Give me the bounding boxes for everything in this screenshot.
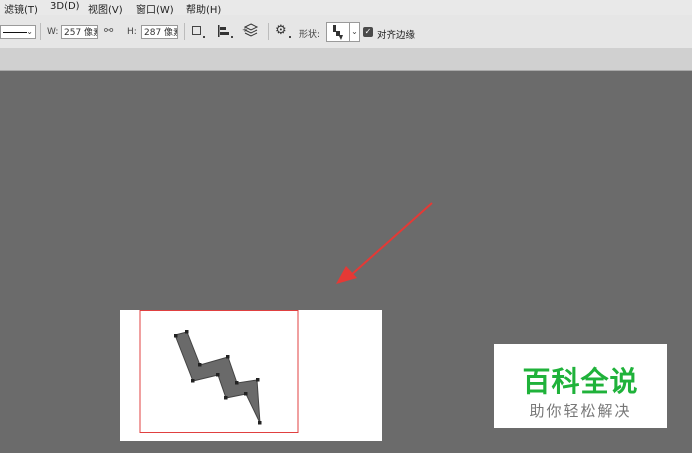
anchor-point [224, 396, 228, 400]
anchor-point [226, 355, 230, 359]
lightning-shape[interactable] [120, 310, 382, 441]
watermark-subtitle: 助你轻松解决 [529, 402, 632, 420]
anchor-point [216, 373, 220, 377]
anchor-point [244, 392, 248, 396]
anchor-point [174, 334, 178, 338]
anchor-point [185, 330, 189, 334]
watermark-title: 百科全说 [522, 365, 639, 398]
watermark-logo: 百科全说 助你轻松解决 [494, 344, 667, 428]
anchor-point [258, 421, 262, 425]
anchor-point [235, 381, 239, 385]
document-canvas[interactable] [120, 310, 382, 441]
anchor-point [256, 378, 260, 382]
lightning-path [174, 331, 261, 424]
anchor-point [191, 379, 195, 383]
anchor-point [198, 363, 202, 367]
